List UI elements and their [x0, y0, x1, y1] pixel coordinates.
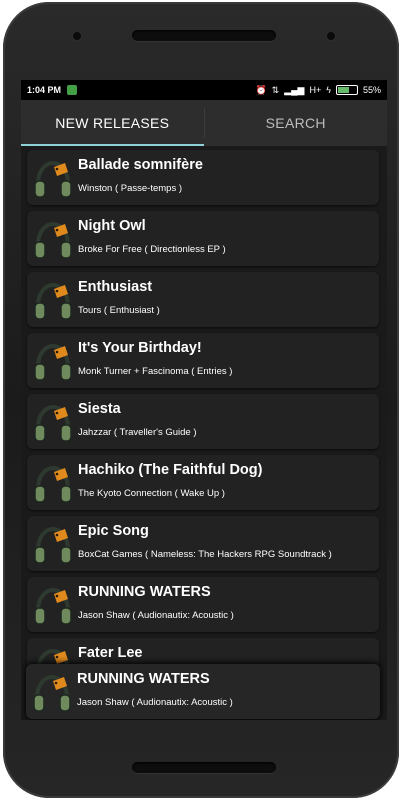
- status-bar: 1:04 PM ⏰ ⇅ ▂▄▆ H+ ϟ 55%: [21, 80, 387, 100]
- track-subtitle: Monk Turner + Fascinoma ( Entries ): [78, 366, 233, 377]
- headphones-icon: [32, 463, 74, 505]
- track-subtitle: Jahzzar ( Traveller's Guide ): [78, 427, 197, 438]
- phone-frame: 1:04 PM ⏰ ⇅ ▂▄▆ H+ ϟ 55% NEW RELEASES SE…: [3, 2, 399, 798]
- headphones-icon: [32, 585, 74, 627]
- headphones-icon: [32, 280, 74, 322]
- top-speaker: [132, 30, 276, 41]
- network-type: H+: [309, 85, 322, 95]
- sensor: [325, 30, 337, 42]
- track-item[interactable]: Night Owl Broke For Free ( Directionless …: [27, 211, 379, 266]
- track-item[interactable]: Fater Lee: [27, 638, 379, 666]
- track-subtitle: Winston ( Passe-temps ): [78, 183, 182, 194]
- charging-icon: ϟ: [326, 85, 331, 95]
- now-playing-item: RUNNING WATERS Jason Shaw ( Audionautix:…: [26, 664, 380, 719]
- app-screen: 1:04 PM ⏰ ⇅ ▂▄▆ H+ ϟ 55% NEW RELEASES SE…: [21, 80, 387, 720]
- notification-icon: [67, 85, 78, 95]
- track-subtitle: Jason Shaw ( Audionautix: Acoustic ): [78, 610, 234, 621]
- track-subtitle: The Kyoto Connection ( Wake Up ): [78, 488, 225, 499]
- vibrate-icon: ⇅: [271, 84, 280, 95]
- tab-bar: NEW RELEASES SEARCH: [21, 100, 387, 146]
- status-time: 1:04 PM: [27, 85, 62, 95]
- track-title: Night Owl: [78, 218, 146, 234]
- headphones-icon: [32, 402, 74, 444]
- track-item[interactable]: It's Your Birthday! Monk Turner + Fascino…: [27, 333, 379, 388]
- alarm-icon: ⏰: [255, 84, 267, 95]
- track-title: Siesta: [78, 401, 121, 417]
- signal-icon: ▂▄▆: [284, 84, 305, 95]
- headphones-icon: [32, 341, 74, 383]
- headphones-icon: [32, 219, 74, 261]
- track-title: Fater Lee: [78, 645, 143, 661]
- headphones-icon: [32, 646, 74, 666]
- track-title: Ballade somnifère: [78, 157, 203, 173]
- track-title: It's Your Birthday!: [78, 340, 202, 356]
- track-title: Epic Song: [78, 523, 149, 539]
- track-item[interactable]: Siesta Jahzzar ( Traveller's Guide ): [27, 394, 379, 449]
- track-item[interactable]: Hachiko (The Faithful Dog) The Kyoto Conn…: [27, 455, 379, 510]
- track-title: Hachiko (The Faithful Dog): [78, 462, 263, 478]
- track-item[interactable]: Ballade somnifère Winston ( Passe-temps ): [27, 150, 379, 205]
- track-item[interactable]: Epic Song BoxCat Games ( Nameless: The Ha…: [27, 516, 379, 571]
- now-playing-bar[interactable]: RUNNING WATERS Jason Shaw ( Audionautix:…: [26, 664, 380, 719]
- track-subtitle: BoxCat Games ( Nameless: The Hackers RPG…: [78, 549, 332, 560]
- track-item[interactable]: Enthusiast Tours ( Enthusiast ): [27, 272, 379, 327]
- now-playing-subtitle: Jason Shaw ( Audionautix: Acoustic ): [77, 697, 233, 708]
- track-list: Ballade somnifère Winston ( Passe-temps )…: [21, 150, 387, 720]
- headphones-icon: [32, 524, 74, 566]
- track-title: RUNNING WATERS: [78, 584, 211, 600]
- battery-percent: 55%: [362, 85, 381, 95]
- front-camera: [71, 30, 83, 42]
- track-subtitle: Tours ( Enthusiast ): [78, 305, 160, 316]
- tab-new-releases[interactable]: NEW RELEASES: [21, 100, 204, 146]
- track-title: Enthusiast: [78, 279, 153, 295]
- headphones-icon: [32, 158, 74, 200]
- headphones-icon: [31, 672, 73, 714]
- bottom-speaker: [132, 762, 276, 773]
- battery-icon: [335, 85, 358, 95]
- now-playing-title: RUNNING WATERS: [77, 671, 210, 687]
- tab-search[interactable]: SEARCH: [205, 100, 388, 146]
- track-item[interactable]: RUNNING WATERS Jason Shaw ( Audionautix: …: [27, 577, 379, 632]
- track-subtitle: Broke For Free ( Directionless EP ): [78, 244, 226, 255]
